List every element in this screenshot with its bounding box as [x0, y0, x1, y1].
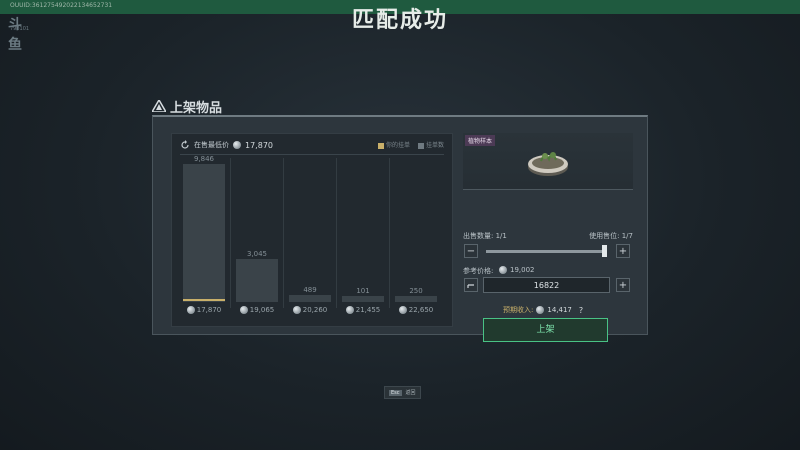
quantity-slider-handle[interactable]: [602, 245, 607, 257]
chart-bar: [183, 164, 225, 302]
price-distribution-chart: 在售最低价 17,870 你的挂单 挂单数 9,846 17,870 3,045 19…: [171, 133, 453, 327]
legend-other-label: 挂单数: [425, 142, 444, 149]
panel-title: 上架物品: [170, 100, 223, 116]
bar-price-text: 17,870: [196, 306, 222, 314]
income-coin-icon: [536, 306, 545, 314]
price-preset-button[interactable]: [464, 278, 478, 292]
match-success-title: 匹配成功: [351, 8, 448, 33]
my-listing-marker: [183, 299, 225, 301]
chart-legend: 你的挂单 挂单数: [377, 140, 444, 149]
esc-key: Esc: [389, 389, 402, 396]
lowest-price-row: 在售最低价 17,870: [180, 140, 273, 150]
quantity-minus-button[interactable]: −: [464, 244, 478, 258]
bar-price-label: 20,260: [283, 306, 337, 314]
listing-panel: 在售最低价 17,870 你的挂单 挂单数 9,846 17,870 3,045 19…: [152, 115, 648, 342]
bar-coin-icon: [292, 306, 301, 314]
warning-triangle-icon: [152, 100, 166, 112]
column-divider: [389, 158, 390, 308]
quantity-plus-button[interactable]: +: [616, 244, 630, 258]
expected-income-label: 预期收入:: [503, 306, 534, 314]
bar-coin-icon: [239, 306, 248, 314]
bar-coin-icon: [398, 306, 407, 314]
refresh-icon[interactable]: [180, 140, 190, 150]
bar-count-label: 9,846: [193, 155, 215, 164]
chart-bar: [289, 295, 331, 302]
bar-count-label: 489: [303, 286, 317, 295]
price-preset-icon: [467, 284, 474, 288]
price-plus-button[interactable]: +: [616, 278, 630, 292]
bar-price-label: 22,650: [389, 306, 443, 314]
bar-price-text: 19,065: [249, 306, 275, 314]
bar-price-text: 21,455: [355, 306, 381, 314]
esc-back-hint[interactable]: Esc 返回: [384, 386, 421, 399]
ref-coin-icon: [499, 266, 507, 274]
column-divider: [336, 158, 337, 308]
item-tag: 植物样本: [465, 135, 496, 146]
help-icon[interactable]: ?: [579, 306, 583, 315]
coin-icon: [233, 141, 241, 149]
sell-slots-label: 使用售位: 1/7: [589, 232, 633, 240]
bar-count-label: 3,045: [246, 250, 268, 259]
bar-price-text: 20,260: [302, 306, 328, 314]
legend-mine-swatch: [377, 142, 384, 149]
panel-header: 上架物品: [152, 97, 223, 116]
bar-coin-icon: [345, 306, 354, 314]
list-item-button[interactable]: 上架: [483, 318, 608, 342]
legend-other-swatch: [417, 142, 424, 149]
reference-price-value: 19,002: [510, 266, 535, 274]
lowest-price-value: 17,870: [245, 140, 273, 150]
lowest-price-label: 在售最低价: [194, 141, 229, 149]
bar-count-label: 250: [409, 287, 423, 295]
bar-price-label: 17,870: [177, 306, 231, 314]
chart-bar: [342, 296, 384, 302]
column-divider: [283, 158, 284, 308]
legend-other: 挂单数: [417, 140, 444, 149]
sale-quantity-label: 出售数量: 1/1: [463, 232, 507, 240]
bar-coin-icon: [186, 306, 195, 314]
expected-income-value: 14,417: [547, 306, 572, 314]
reference-price-label: 参考价格:: [463, 267, 494, 275]
chart-bar: [395, 296, 437, 302]
legend-mine-label: 你的挂单: [385, 142, 410, 149]
bar-price-label: 19,065: [230, 306, 284, 314]
chart-bar: [236, 259, 278, 302]
bar-price-text: 22,650: [408, 306, 434, 314]
esc-label: 返回: [405, 390, 416, 396]
price-input[interactable]: 16822: [483, 277, 610, 293]
plant-sample-icon: [528, 152, 568, 176]
expected-income-row: 预期收入: 14,417 ?: [503, 305, 583, 315]
column-divider: [230, 158, 231, 308]
stream-logo-id: 793101: [10, 26, 30, 32]
item-card: 植物样本: [463, 133, 633, 190]
quantity-slider[interactable]: [486, 250, 606, 253]
bar-price-label: 21,455: [336, 306, 390, 314]
legend-mine: 你的挂单: [377, 140, 410, 149]
bar-count-label: 101: [356, 287, 370, 295]
